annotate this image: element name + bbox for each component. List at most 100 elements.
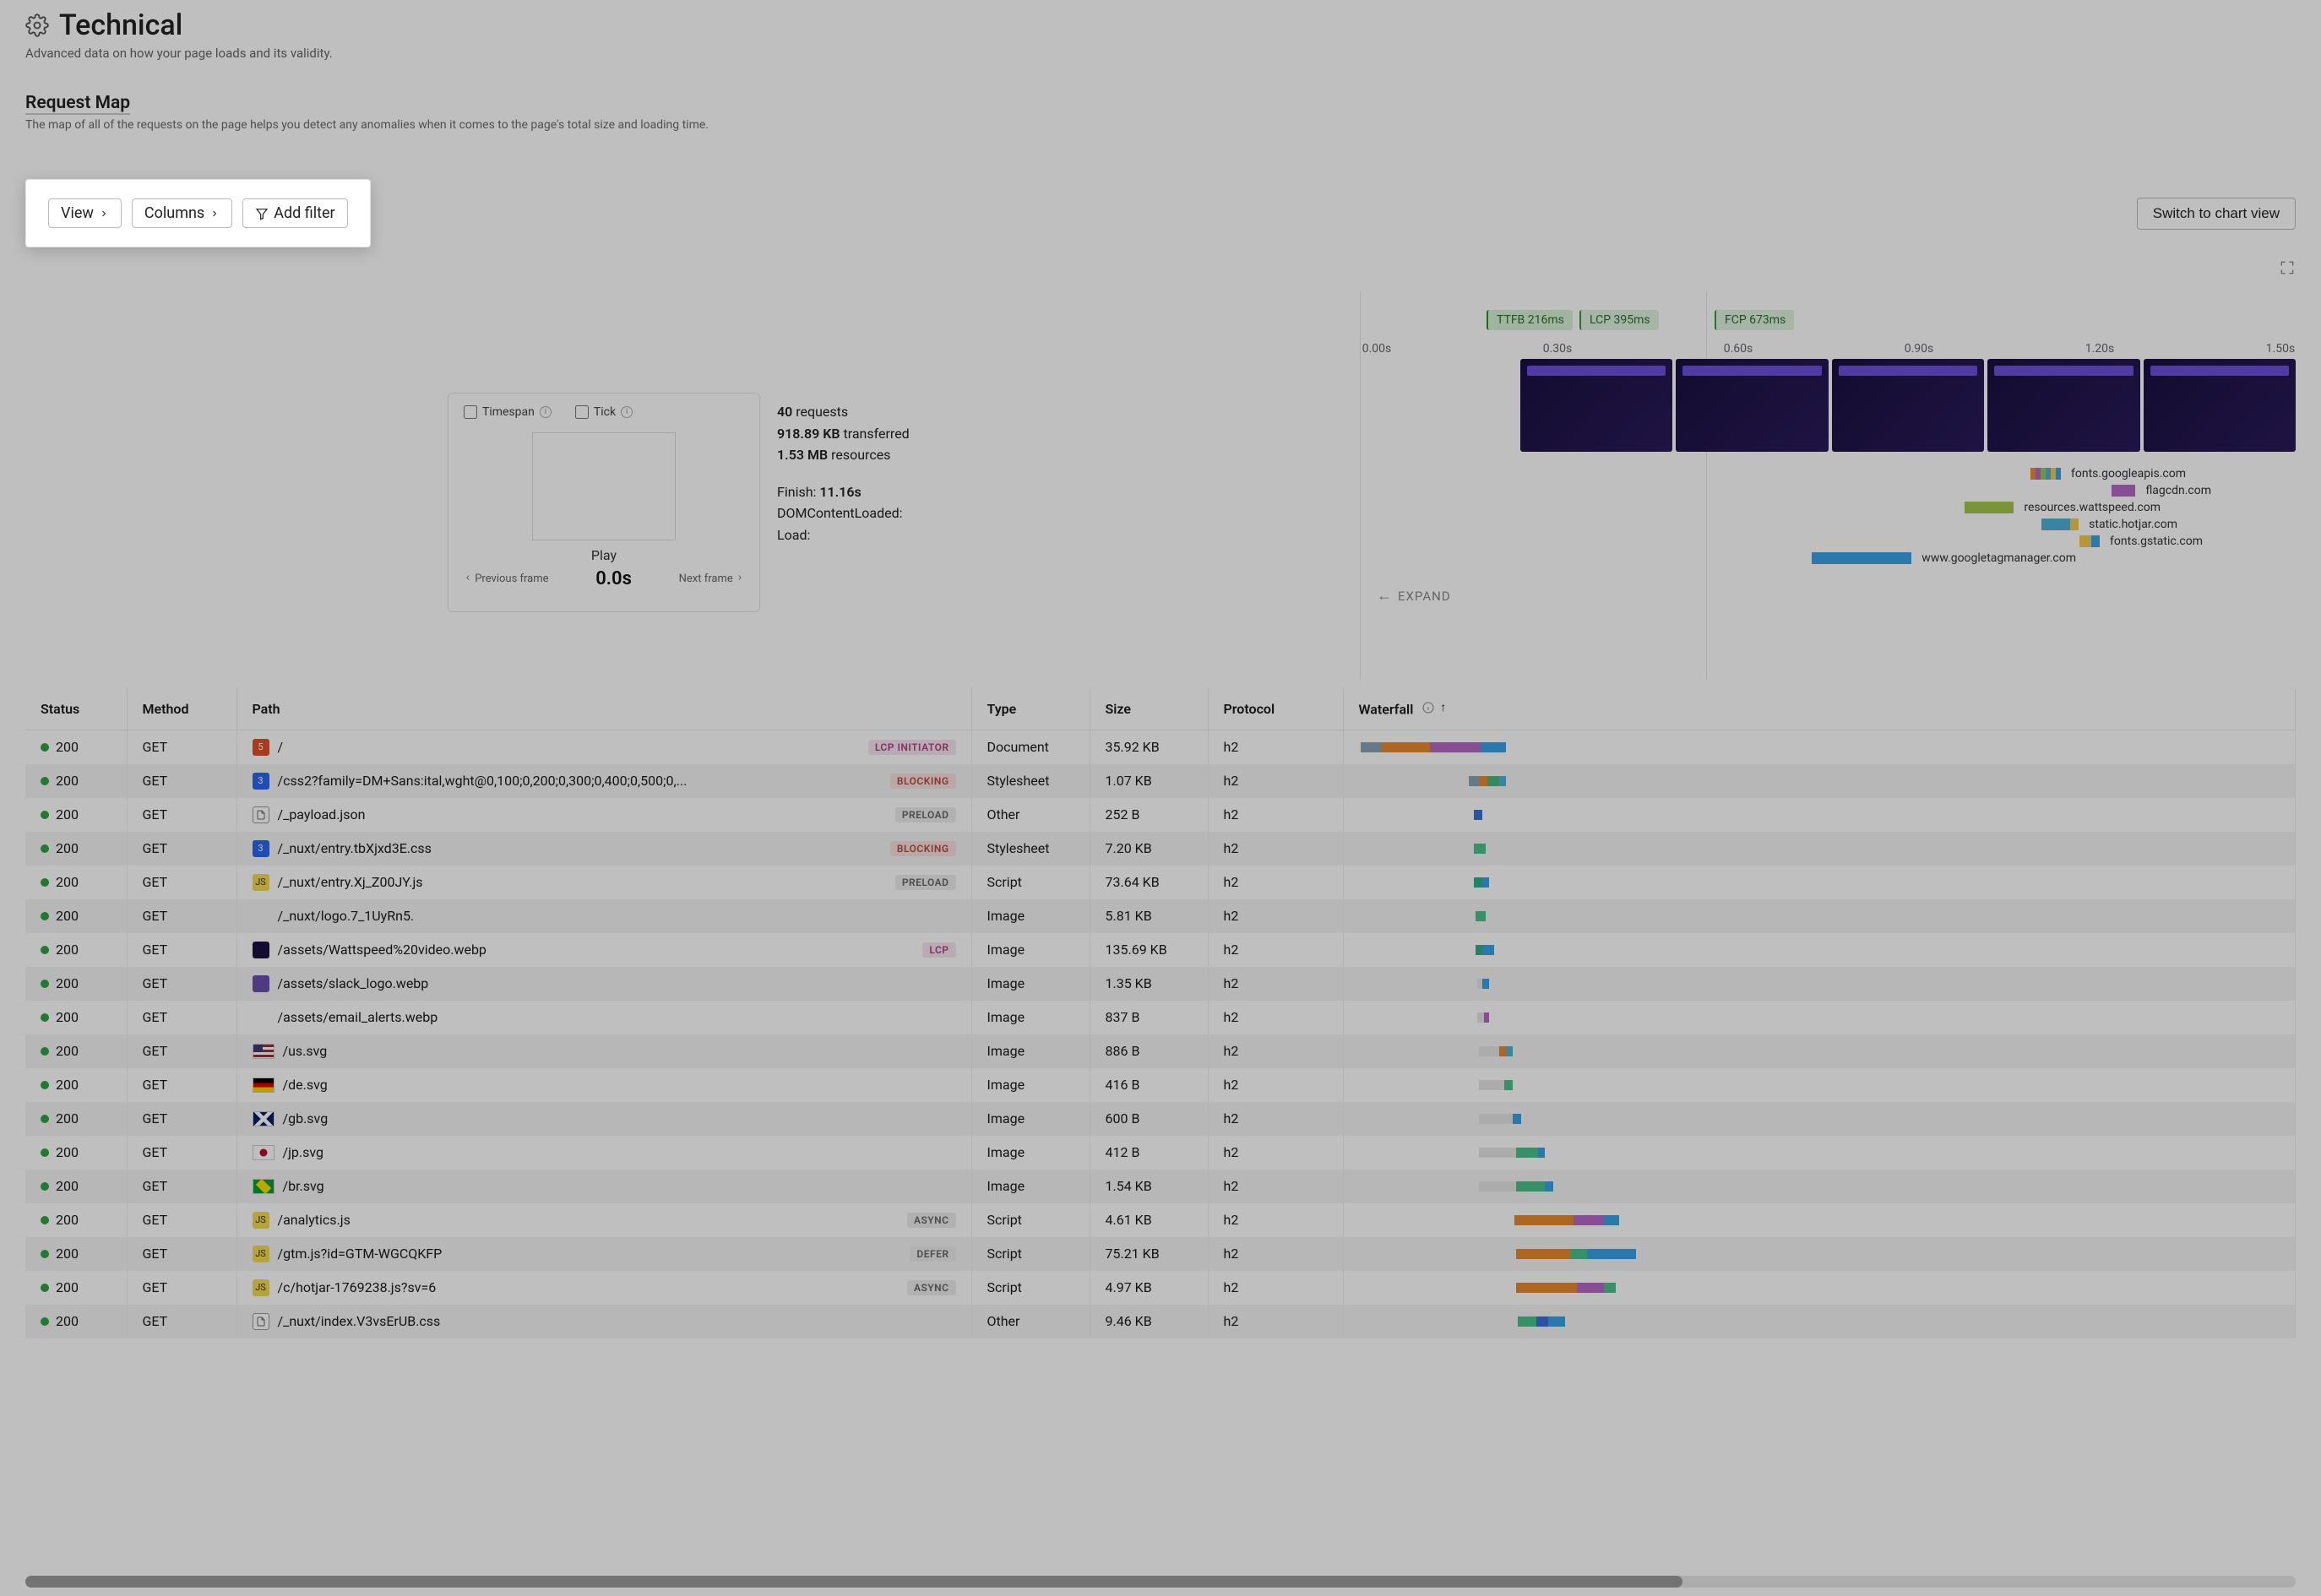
table-row[interactable]: 200GET/br.svgImage1.54 KBh2 xyxy=(25,1170,2296,1203)
axis-tick: 0.30s xyxy=(1543,342,1573,356)
frame-time: 0.0s xyxy=(595,568,632,589)
size-cell: 1.07 KB xyxy=(1090,764,1208,798)
domain-label: static.hotjar.com xyxy=(2089,518,2177,531)
status-code: 200 xyxy=(56,975,79,991)
next-frame-button[interactable]: Next frame xyxy=(679,573,744,585)
col-header-method[interactable]: Method xyxy=(127,688,236,730)
status-dot xyxy=(41,1216,49,1224)
table-row[interactable]: 200GET/_payload.jsonPRELOADOther252 Bh2 xyxy=(25,798,2296,832)
sort-arrow-icon[interactable]: ↑ xyxy=(1440,700,1446,714)
type-cell: Script xyxy=(971,1237,1090,1271)
domain-label: fonts.googleapis.com xyxy=(2071,467,2186,480)
expand-button[interactable]: ← EXPAND xyxy=(1377,587,2296,605)
view-button[interactable]: View xyxy=(48,198,122,228)
table-row[interactable]: 200GET/assets/Wattspeed%20video.webpLCPI… xyxy=(25,933,2296,967)
waterfall-cell xyxy=(1359,975,2280,992)
resources-label: resources xyxy=(831,447,890,463)
add-filter-label: Add filter xyxy=(274,204,334,222)
type-cell: Image xyxy=(971,967,1090,1001)
fullscreen-icon[interactable] xyxy=(2279,259,2296,276)
transferred-label: transferred xyxy=(844,426,910,442)
status-code: 200 xyxy=(56,773,79,789)
type-cell: Document xyxy=(971,730,1090,764)
tick-checkbox[interactable]: Tick i xyxy=(575,405,633,419)
status-code: 200 xyxy=(56,1009,79,1025)
table-row[interactable]: 200GET/_nuxt/logo.7_1UyRn5.Image5.81 KBh… xyxy=(25,899,2296,933)
request-badge: BLOCKING xyxy=(890,841,956,856)
waterfall-cell xyxy=(1359,773,2280,790)
method-cell: GET xyxy=(127,730,236,764)
info-icon[interactable] xyxy=(1421,701,1435,714)
table-row[interactable]: 200GET3/css2?family=DM+Sans:ital,wght@0,… xyxy=(25,764,2296,798)
col-header-status[interactable]: Status xyxy=(25,688,127,730)
type-cell: Image xyxy=(971,899,1090,933)
protocol-cell: h2 xyxy=(1208,1305,1343,1338)
prev-frame-button[interactable]: Previous frame xyxy=(464,573,549,585)
protocol-cell: h2 xyxy=(1208,1271,1343,1305)
col-header-size[interactable]: Size xyxy=(1090,688,1208,730)
page-title: Technical xyxy=(59,8,182,42)
type-cell: Script xyxy=(971,1271,1090,1305)
timespan-checkbox[interactable]: Timespan i xyxy=(464,405,552,419)
play-button[interactable]: Play xyxy=(464,547,744,563)
status-dot xyxy=(41,912,49,920)
table-row[interactable]: 200GET/assets/email_alerts.webpImage837 … xyxy=(25,1001,2296,1034)
flag-icon-gb xyxy=(253,1111,274,1126)
table-row[interactable]: 200GETJS/analytics.jsASYNCScript4.61 KBh… xyxy=(25,1203,2296,1237)
info-icon[interactable]: i xyxy=(540,406,552,418)
status-code: 200 xyxy=(56,739,79,755)
table-row[interactable]: 200GETJS/gtm.js?id=GTM-WGCQKFPDEFERScrip… xyxy=(25,1237,2296,1271)
method-cell: GET xyxy=(127,1237,236,1271)
switch-chart-view-button[interactable]: Switch to chart view xyxy=(2137,198,2296,230)
protocol-cell: h2 xyxy=(1208,798,1343,832)
info-icon[interactable]: i xyxy=(621,406,633,418)
fcp-marker: FCP 673ms xyxy=(1715,310,1794,330)
col-header-waterfall[interactable]: Waterfall ↑ xyxy=(1343,688,2296,730)
method-cell: GET xyxy=(127,933,236,967)
type-cell: Image xyxy=(971,1136,1090,1170)
gear-icon xyxy=(25,14,49,37)
waterfall-cell xyxy=(1359,840,2280,857)
section-title: Request Map xyxy=(25,93,130,115)
javascript-icon: JS xyxy=(253,1212,269,1229)
document-icon xyxy=(253,1313,269,1330)
flag-icon-br xyxy=(253,1179,274,1194)
scrollbar-thumb[interactable] xyxy=(25,1576,1682,1588)
table-row[interactable]: 200GET/gb.svgImage600 Bh2 xyxy=(25,1102,2296,1136)
table-row[interactable]: 200GET/assets/slack_logo.webpImage1.35 K… xyxy=(25,967,2296,1001)
table-row[interactable]: 200GET/_nuxt/index.V3vsErUB.cssOther9.46… xyxy=(25,1305,2296,1338)
dcl-label: DOMContentLoaded: xyxy=(777,505,903,521)
waterfall-overview: TTFB 216ms LCP 395ms FCP 673ms 0.00s0.30… xyxy=(1377,310,2296,631)
col-header-type[interactable]: Type xyxy=(971,688,1090,730)
path-text: /_nuxt/logo.7_1UyRn5. xyxy=(278,908,415,924)
table-row[interactable]: 200GET/jp.svgImage412 Bh2 xyxy=(25,1136,2296,1170)
table-row[interactable]: 200GET/us.svgImage886 Bh2 xyxy=(25,1034,2296,1068)
size-cell: 35.92 KB xyxy=(1090,730,1208,764)
path-text: /c/hotjar-1769238.js?sv=6 xyxy=(278,1279,437,1295)
waterfall-cell xyxy=(1359,1009,2280,1026)
size-cell: 252 B xyxy=(1090,798,1208,832)
waterfall-cell xyxy=(1359,1246,2280,1262)
path-text: /gb.svg xyxy=(283,1110,329,1126)
method-cell: GET xyxy=(127,764,236,798)
method-cell: GET xyxy=(127,1001,236,1034)
col-header-path[interactable]: Path xyxy=(236,688,971,730)
tick-label: Tick xyxy=(594,405,616,419)
table-row[interactable]: 200GETJS/c/hotjar-1769238.js?sv=6ASYNCSc… xyxy=(25,1271,2296,1305)
table-row[interactable]: 200GET/de.svgImage416 Bh2 xyxy=(25,1068,2296,1102)
method-cell: GET xyxy=(127,1305,236,1338)
col-header-protocol[interactable]: Protocol xyxy=(1208,688,1343,730)
columns-button[interactable]: Columns xyxy=(132,198,232,228)
flag-icon-de xyxy=(253,1078,274,1093)
table-row[interactable]: 200GET3/_nuxt/entry.tbXjxd3E.cssBLOCKING… xyxy=(25,832,2296,866)
table-row[interactable]: 200GET5/LCP INITIATORDocument35.92 KBh2 xyxy=(25,730,2296,764)
status-code: 200 xyxy=(56,1279,79,1295)
frame-preview xyxy=(532,432,676,540)
table-row[interactable]: 200GETJS/_nuxt/entry.Xj_Z00JY.jsPRELOADS… xyxy=(25,866,2296,899)
status-dot xyxy=(41,743,49,752)
waterfall-header-label: Waterfall xyxy=(1359,702,1414,718)
horizontal-scrollbar[interactable] xyxy=(25,1576,2296,1588)
status-dot xyxy=(41,1250,49,1258)
axis-tick: 0.90s xyxy=(1905,342,1934,356)
add-filter-button[interactable]: Add filter xyxy=(242,198,347,228)
